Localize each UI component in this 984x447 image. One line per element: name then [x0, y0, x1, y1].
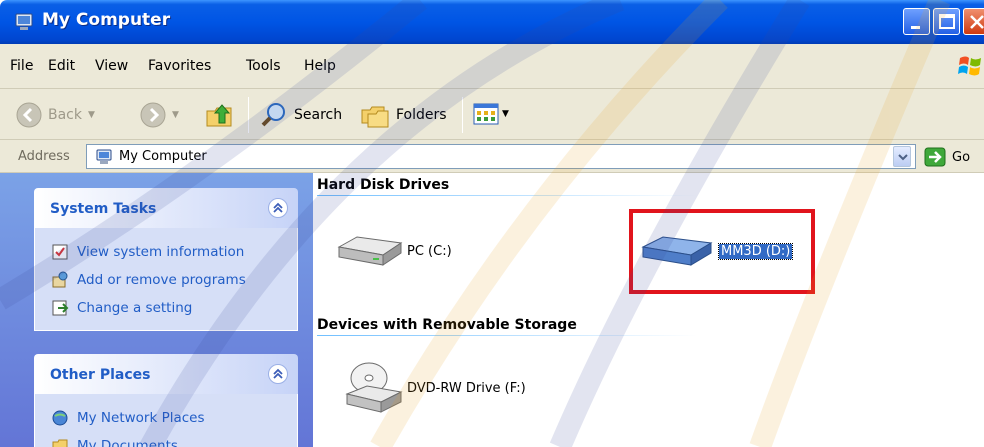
chevron-up-icon — [273, 368, 283, 379]
back-button[interactable]: Back ▼ — [16, 102, 95, 128]
task-pane: System Tasks View system information Add… — [0, 173, 313, 447]
title-bar: My Computer — [0, 0, 984, 44]
system-tasks-body: View system information Add or remove pr… — [34, 228, 298, 331]
views-icon — [473, 103, 499, 125]
group-divider — [317, 195, 697, 196]
group-divider — [317, 335, 697, 336]
system-info-icon — [52, 244, 68, 260]
add-remove-programs-icon — [52, 271, 68, 288]
link-label: View system information — [77, 244, 245, 260]
group-header-hard-disk-drives: Hard Disk Drives — [317, 177, 450, 193]
chevron-up-icon — [273, 202, 283, 213]
link-label: My Network Places — [77, 410, 205, 426]
windows-logo-icon — [958, 56, 981, 76]
minimize-icon — [911, 26, 920, 29]
chevron-down-icon: ▼ — [88, 110, 95, 120]
menu-file[interactable]: File — [10, 58, 33, 74]
my-documents-link[interactable]: My Documents — [35, 432, 297, 447]
my-computer-icon — [96, 149, 112, 164]
menu-edit[interactable]: Edit — [48, 58, 75, 74]
address-field[interactable]: My Computer — [86, 144, 916, 169]
standard-toolbar: Back ▼ ▼ Search Folders ▼ — [0, 89, 984, 140]
hard-drive-icon — [337, 236, 403, 266]
menu-bar: File Edit View Favorites Tools Help — [0, 44, 984, 89]
search-button[interactable]: Search — [260, 101, 342, 129]
dvd-drive-icon — [345, 362, 403, 413]
other-places-panel: Other Places My Network Places My Docume… — [34, 354, 298, 447]
go-label: Go — [952, 149, 971, 165]
up-folder-button[interactable] — [205, 101, 235, 129]
other-places-title: Other Places — [50, 367, 151, 383]
control-panel-icon — [52, 300, 69, 316]
menu-help[interactable]: Help — [304, 58, 336, 74]
my-network-places-link[interactable]: My Network Places — [35, 404, 297, 432]
folders-icon — [361, 106, 389, 128]
back-arrow-icon — [16, 102, 42, 128]
system-tasks-panel: System Tasks View system information Add… — [34, 188, 298, 331]
search-label: Search — [294, 107, 343, 123]
system-tasks-header[interactable]: System Tasks — [34, 188, 298, 228]
add-remove-programs-link[interactable]: Add or remove programs — [35, 266, 297, 294]
address-bar: Address My Computer Go — [0, 140, 984, 173]
drive-label: PC (C:) — [407, 243, 452, 259]
window-title: My Computer — [42, 10, 171, 30]
collapse-button[interactable] — [268, 198, 288, 218]
drive-item-f[interactable]: DVD-RW Drive (F:) — [343, 358, 526, 418]
chevron-down-icon — [898, 154, 908, 161]
maximize-button[interactable] — [933, 8, 960, 35]
menu-favorites[interactable]: Favorites — [148, 58, 211, 74]
link-label: My Documents — [77, 438, 178, 447]
other-places-header[interactable]: Other Places — [34, 354, 298, 394]
group-header-removable-storage: Devices with Removable Storage — [317, 317, 577, 333]
address-label: Address — [18, 149, 70, 164]
views-button[interactable]: ▼ — [472, 101, 509, 127]
change-setting-link[interactable]: Change a setting — [35, 294, 297, 322]
go-button[interactable]: Go — [924, 147, 970, 167]
maximize-icon — [939, 14, 955, 29]
forward-button[interactable]: ▼ — [140, 102, 179, 128]
my-documents-icon — [52, 439, 68, 447]
close-icon — [970, 15, 984, 29]
collapse-button[interactable] — [268, 364, 288, 384]
chevron-down-icon: ▼ — [172, 110, 179, 120]
menu-tools[interactable]: Tools — [246, 58, 281, 74]
minimize-button[interactable] — [903, 8, 930, 35]
back-label: Back — [48, 107, 82, 123]
highlight-box — [629, 209, 815, 294]
folders-label: Folders — [396, 107, 447, 123]
forward-arrow-icon — [140, 102, 166, 128]
drive-item-c[interactable]: PC (C:) — [335, 233, 452, 269]
drive-label: DVD-RW Drive (F:) — [407, 380, 526, 396]
system-tasks-title: System Tasks — [50, 201, 157, 217]
view-system-information-link[interactable]: View system information — [35, 238, 297, 266]
chevron-down-icon: ▼ — [502, 109, 509, 119]
close-button[interactable] — [963, 8, 984, 35]
network-places-icon — [52, 410, 68, 426]
address-dropdown-button[interactable] — [893, 146, 911, 167]
folders-button[interactable]: Folders — [360, 101, 447, 129]
link-label: Change a setting — [77, 300, 193, 316]
address-value: My Computer — [119, 149, 207, 164]
other-places-body: My Network Places My Documents — [34, 394, 298, 447]
menu-view[interactable]: View — [95, 58, 128, 74]
link-label: Add or remove programs — [77, 272, 246, 288]
search-icon — [261, 103, 285, 127]
go-arrow-icon — [924, 147, 946, 167]
folder-up-icon — [206, 104, 232, 127]
my-computer-icon — [15, 13, 33, 30]
